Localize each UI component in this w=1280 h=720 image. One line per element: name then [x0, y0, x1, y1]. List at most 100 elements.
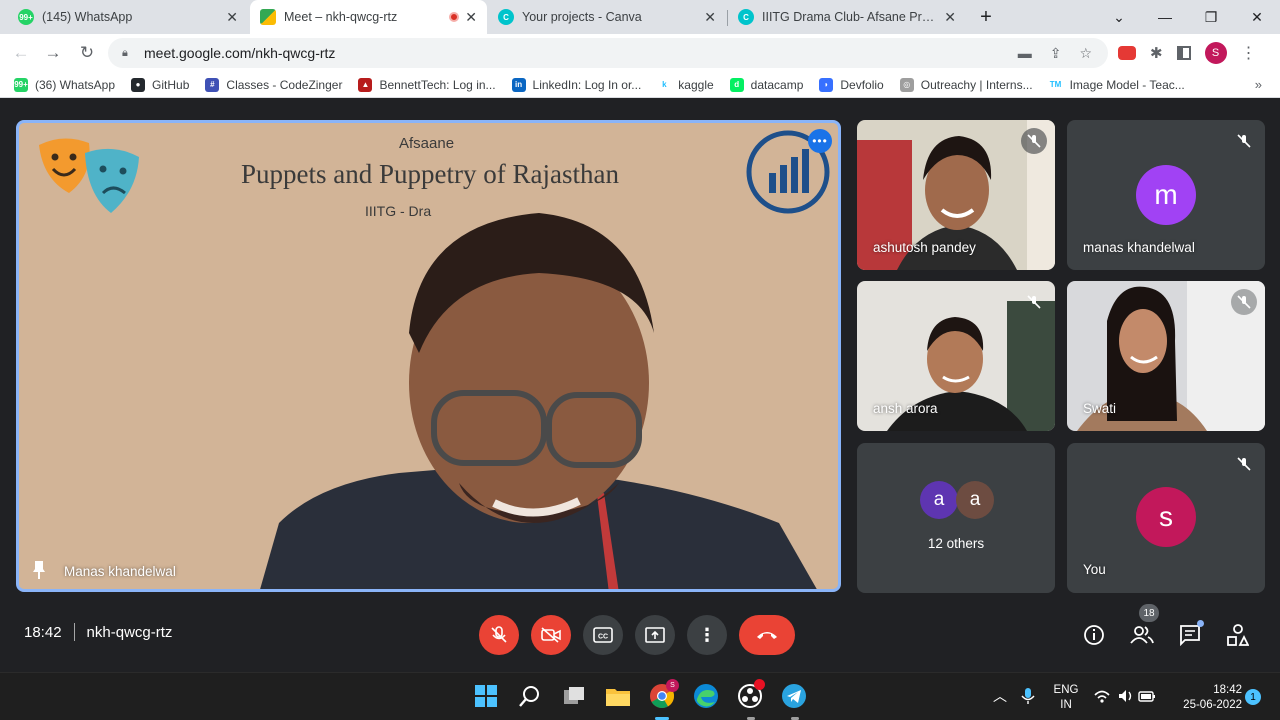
more-options-button[interactable]: ⋮	[687, 615, 727, 655]
activities-icon	[1227, 624, 1249, 646]
call-time: 18:42	[24, 623, 62, 641]
bookmark-item[interactable]: ◎ Outreachy | Interns...	[899, 77, 1033, 92]
bookmark-label: BennettTech: Log in...	[379, 77, 496, 92]
participant-tile-manas[interactable]: m manas khandelwal	[1067, 120, 1265, 270]
browser-toolbar: ← → ↻ 🔒︎ meet.google.com/nkh-qwcg-rtz ▬ …	[0, 34, 1280, 72]
pin-icon[interactable]	[33, 561, 45, 579]
omnibox-actions: ▬ ⇪ ☆	[1018, 45, 1092, 62]
speaker-name: Manas khandelwal	[64, 564, 176, 579]
share-icon[interactable]: ⇪	[1050, 45, 1062, 62]
obs-icon[interactable]	[737, 679, 765, 709]
leave-call-button[interactable]	[739, 615, 795, 655]
reload-button[interactable]: ↻	[72, 38, 102, 68]
search-icon[interactable]	[517, 683, 543, 709]
profile-badge: S	[666, 679, 679, 692]
people-button[interactable]: 18	[1127, 604, 1159, 650]
language-indicator[interactable]: ENG IN	[1050, 683, 1082, 713]
participant-tile-swati[interactable]: Swati	[1067, 281, 1265, 431]
bookmark-item[interactable]: ◗ Devfolio	[819, 77, 884, 92]
more-vert-icon: ⋮	[698, 624, 716, 645]
bookmark-label: Outreachy | Interns...	[920, 77, 1033, 92]
side-panel-icon[interactable]	[1176, 46, 1191, 60]
restore-button[interactable]: ❐	[1188, 0, 1234, 34]
close-tab-icon[interactable]: ✕	[704, 9, 716, 26]
clock[interactable]: 18:42 25-06-2022	[1170, 683, 1242, 713]
tab-canva[interactable]: C Your projects - Canva ✕	[488, 0, 726, 34]
svg-text:CC: CC	[598, 634, 608, 641]
url-text: meet.google.com/nkh-qwcg-rtz	[144, 45, 336, 61]
chevron-up-icon[interactable]: ︿	[987, 683, 1013, 709]
self-tile[interactable]: s You	[1067, 443, 1265, 593]
activities-button[interactable]	[1223, 620, 1253, 650]
participant-name: manas khandelwal	[1083, 240, 1195, 255]
present-button[interactable]	[635, 615, 675, 655]
microphone-icon[interactable]	[1015, 683, 1041, 709]
whatsapp-icon: 99+	[18, 9, 34, 25]
telegram-icon[interactable]	[781, 683, 807, 709]
chat-button[interactable]	[1175, 620, 1205, 650]
bookmark-item[interactable]: ● GitHub	[131, 77, 189, 92]
puzzle-icon[interactable]: ✱	[1150, 44, 1163, 62]
bookmark-star-icon[interactable]: ☆	[1079, 45, 1092, 62]
mic-off-icon	[1231, 289, 1257, 315]
close-tab-icon[interactable]: ✕	[226, 9, 238, 26]
more-options-icon[interactable]: •••	[808, 129, 832, 153]
mic-toggle-button[interactable]	[479, 615, 519, 655]
bookmark-item[interactable]: ▲ BennettTech: Log in...	[358, 77, 496, 92]
participant-tile-ashutosh[interactable]: ashutosh pandey	[857, 120, 1055, 270]
new-tab-button[interactable]: +	[968, 0, 1004, 34]
profile-avatar[interactable]: S	[1204, 42, 1227, 64]
tab-whatsapp[interactable]: 99+ (145) WhatsApp ✕	[8, 0, 248, 34]
forward-button[interactable]: →	[38, 38, 68, 68]
close-tab-icon[interactable]: ✕	[465, 9, 477, 26]
captions-button[interactable]: CC	[583, 615, 623, 655]
chrome-taskbar-icon[interactable]: S	[649, 679, 679, 709]
minimize-button[interactable]: —	[1142, 0, 1188, 34]
mic-off-icon	[491, 626, 507, 643]
avatar: s	[1136, 487, 1196, 547]
bookmark-item[interactable]: TM Image Model - Teac...	[1048, 77, 1185, 92]
file-explorer-icon[interactable]	[605, 683, 631, 709]
recording-indicator-icon	[449, 12, 460, 22]
meeting-details-button[interactable]	[1079, 620, 1109, 650]
extension-icon[interactable]	[1118, 46, 1136, 60]
others-count: 12 others	[927, 536, 985, 551]
windows-start-icon[interactable]	[473, 683, 499, 709]
bookmark-item[interactable]: in LinkedIn: Log In or...	[511, 77, 641, 92]
back-button[interactable]: ←	[6, 38, 36, 68]
participant-name: ansh arora	[873, 401, 938, 416]
mic-off-icon	[1021, 289, 1047, 315]
camera-icon[interactable]: ▬	[1018, 45, 1032, 62]
tab-iiitg-drama[interactable]: C IIITG Drama Club- Afsane Present ✕	[728, 0, 966, 34]
main-video-tile[interactable]: Afsaane Puppets and Puppetry of Rajastha…	[16, 120, 841, 592]
edge-icon[interactable]	[693, 683, 719, 709]
bookmark-label: (36) WhatsApp	[35, 77, 116, 92]
call-info: 18:42 nkh-qwcg-rtz	[24, 623, 172, 641]
address-bar[interactable]: 🔒︎ meet.google.com/nkh-qwcg-rtz ▬ ⇪ ☆	[108, 38, 1108, 68]
windows-taskbar: S ︿ ENG IN 18:42 25-06-2022 1	[0, 672, 1280, 720]
bookmark-favicon-icon: ◎	[899, 77, 914, 92]
close-tab-icon[interactable]: ✕	[944, 9, 956, 26]
bookmark-favicon-icon: #	[205, 77, 220, 92]
participant-tile-ansh[interactable]: ansh arora	[857, 281, 1055, 431]
chat-icon	[1180, 625, 1200, 646]
system-tray-status[interactable]	[1092, 683, 1158, 709]
bookmark-item[interactable]: k kaggle	[657, 77, 714, 92]
task-view-icon[interactable]	[561, 683, 587, 709]
clock-date: 25-06-2022	[1183, 699, 1242, 711]
language-code: ENG	[1053, 684, 1079, 696]
avatar: a	[956, 481, 994, 519]
menu-dots-icon[interactable]: ⋮	[1241, 43, 1257, 63]
bookmark-item[interactable]: 99+ (36) WhatsApp	[14, 77, 116, 92]
close-window-button[interactable]: ✕	[1234, 0, 1280, 34]
tab-search-icon[interactable]: ⌄	[1096, 0, 1142, 34]
bookmark-item[interactable]: d datacamp	[729, 77, 803, 92]
mic-off-icon	[1231, 451, 1257, 477]
camera-toggle-button[interactable]	[531, 615, 571, 655]
tab-title: Meet – nkh-qwcg-rtz	[284, 10, 398, 24]
tab-meet[interactable]: Meet – nkh-qwcg-rtz ✕	[250, 0, 487, 34]
others-tile[interactable]: a a 12 others	[857, 443, 1055, 593]
bookmark-item[interactable]: # Classes - CodeZinger	[205, 77, 342, 92]
more-bookmarks-icon[interactable]: »	[1255, 77, 1262, 92]
notification-badge[interactable]: 1	[1245, 689, 1261, 705]
